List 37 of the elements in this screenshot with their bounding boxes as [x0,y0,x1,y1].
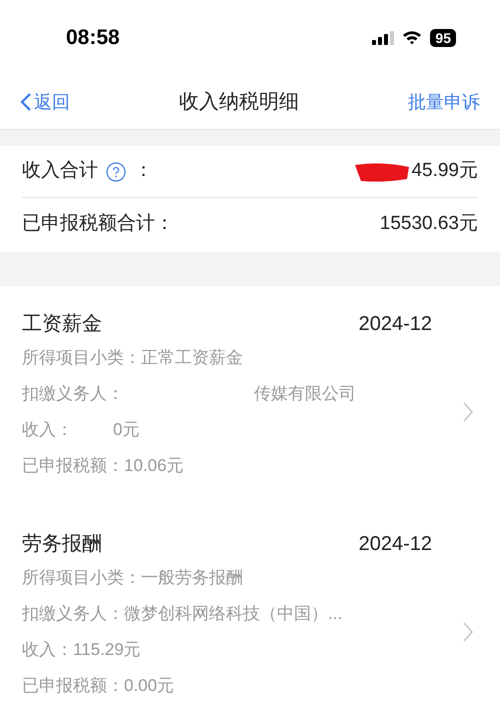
wifi-icon [402,30,422,45]
summary-value: 15530.63元 [380,212,478,236]
summary-label: 已申报税额合计： [22,212,174,236]
field-value: 微梦创科网络科技（中国）... [124,603,342,626]
income-category: 劳务报酬 [22,532,102,557]
back-button[interactable]: 返回 [20,88,70,116]
battery-level: 95 [430,28,456,46]
field-value: 115.29元 [73,639,141,662]
period: 2024-12 [358,532,432,557]
summary-label: 收入合计 [22,159,98,184]
field-label: 所得项目小类： [22,347,141,370]
field-label: 收入： [22,639,73,662]
field-label: 所得项目小类： [22,567,141,590]
summary-value: 45.99元 [411,159,478,184]
status-time: 08:58 [66,24,120,51]
field-value: 传媒有限公司 [254,383,356,406]
chevron-left-icon [20,92,32,112]
field-label: 收入： [22,419,73,442]
help-icon[interactable] [106,162,126,182]
period: 2024-12 [358,312,432,337]
field-value: 一般劳务报酬 [141,567,243,590]
field-label: 已申报税额： [22,455,124,478]
field-label: 扣缴义务人： [22,603,124,626]
signal-icon [372,30,394,44]
field-value: 10.06元 [124,455,184,478]
field-label: 扣缴义务人： [22,383,124,406]
income-category: 工资薪金 [22,312,102,337]
chevron-right-icon[interactable] [462,621,474,643]
redaction-mark [353,160,412,182]
chevron-right-icon[interactable] [462,401,474,423]
page-title: 收入纳税明细 [179,90,299,115]
field-value: 0元 [113,419,140,442]
field-label: 已申报税额： [22,675,124,698]
field-value: 0.00元 [124,675,174,698]
field-value: 正常工资薪金 [141,347,243,370]
summary-colon: ： [134,159,153,184]
batch-appeal-button[interactable]: 批量申诉 [408,88,480,116]
